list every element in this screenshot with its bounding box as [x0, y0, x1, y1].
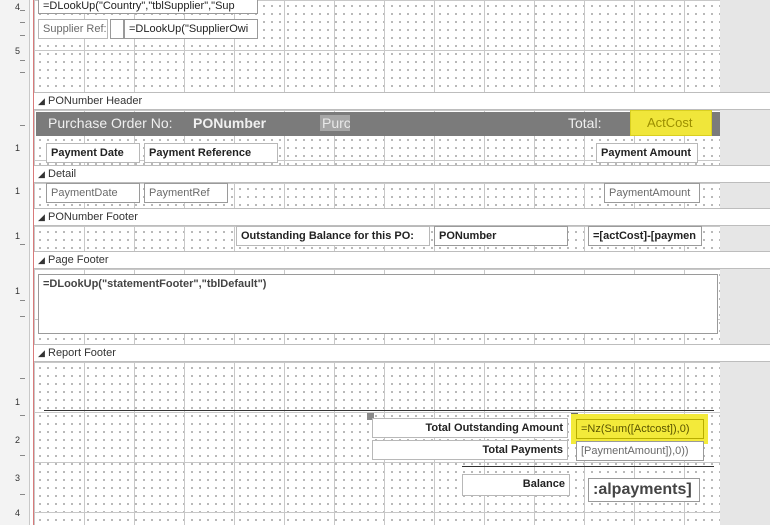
- ruler-tick: [20, 35, 25, 36]
- total-label[interactable]: Total:: [568, 115, 601, 131]
- section-arrow-icon: ◢: [38, 212, 45, 222]
- section-arrow-icon: ◢: [38, 96, 45, 106]
- section-title: Report Footer: [48, 347, 116, 359]
- ruler-tick: [20, 22, 25, 23]
- ruler-tick: [20, 244, 25, 245]
- vertical-ruler: 4 5 1 1 1 1 1 2 3 4: [0, 0, 30, 525]
- ruler-mark: 4: [15, 508, 21, 518]
- po-header-bar: Purchase Order No: PONumber Purc Total:: [36, 112, 720, 136]
- ruler-mark: 1: [15, 186, 21, 196]
- ruler-tick: [20, 455, 25, 456]
- ruler-mark: 1: [15, 143, 21, 153]
- outstanding-balance-expr[interactable]: =[actCost]-[paymen: [588, 226, 702, 246]
- ruler-mark: 1: [15, 231, 21, 241]
- ruler-mark: 1: [15, 397, 21, 407]
- spacer-box: [110, 19, 124, 39]
- ruler-tick: [20, 125, 25, 126]
- ruler-tick: [20, 415, 25, 416]
- purc-field[interactable]: Purc: [320, 115, 350, 131]
- section-title: Page Footer: [48, 254, 109, 266]
- payment-amount-field[interactable]: PaymentAmount: [604, 183, 700, 203]
- ruler-tick: [20, 494, 25, 495]
- section-arrow-icon: ◢: [38, 255, 45, 265]
- ruler-tick: [20, 300, 25, 301]
- outstanding-balance-label[interactable]: Outstanding Balance for this PO:: [236, 226, 430, 246]
- ruler-mark: 1: [15, 286, 21, 296]
- total-outstanding-expr[interactable]: =Nz(Sum([Actcost]),0): [576, 419, 704, 439]
- ruler-tick: [20, 72, 25, 73]
- po-label[interactable]: Purchase Order No:: [48, 115, 173, 131]
- section-detail[interactable]: ◢ Detail: [34, 165, 770, 183]
- section-title: PONumber Footer: [48, 211, 138, 223]
- section-arrow-icon: ◢: [38, 348, 45, 358]
- payment-ref-field[interactable]: PaymentRef: [144, 183, 228, 203]
- section-title: PONumber Header: [48, 95, 143, 107]
- supplier-ref-label[interactable]: Supplier Ref:: [38, 19, 108, 39]
- actcost-field[interactable]: ActCost: [630, 110, 712, 136]
- ruler-tick: [20, 60, 25, 61]
- divider-line: [44, 410, 714, 411]
- section-po-header[interactable]: ◢ PONumber Header: [34, 92, 770, 110]
- balance-divider-line: [462, 466, 714, 467]
- po-number-field[interactable]: PONumber: [193, 115, 266, 131]
- supplier-owner-lookup-field[interactable]: =DLookUp("SupplierOwi: [124, 19, 258, 39]
- balance-expr[interactable]: :alpayments]: [588, 478, 700, 502]
- ruler-tick: [20, 316, 25, 317]
- payment-date-header[interactable]: Payment Date: [46, 143, 140, 163]
- total-payments-expr[interactable]: [PaymentAmount]),0)): [576, 441, 704, 461]
- statement-footer-field[interactable]: =DLookUp("statementFooter","tblDefault"): [38, 274, 718, 334]
- balance-label[interactable]: Balance: [462, 474, 570, 496]
- section-po-footer[interactable]: ◢ PONumber Footer: [34, 208, 770, 226]
- ruler-tick: [20, 378, 25, 379]
- payment-reference-header[interactable]: Payment Reference: [144, 143, 278, 163]
- total-outstanding-label[interactable]: Total Outstanding Amount: [372, 418, 568, 438]
- section-arrow-icon: ◢: [38, 169, 45, 179]
- ruler-mark: 3: [15, 473, 21, 483]
- ruler-mark: 2: [15, 435, 21, 445]
- country-lookup-field[interactable]: =DLookUp("Country","tblSupplier","Sup: [38, 0, 258, 14]
- total-payments-label[interactable]: Total Payments: [372, 440, 568, 460]
- payment-amount-header[interactable]: Payment Amount: [596, 143, 698, 163]
- payment-date-field[interactable]: PaymentDate: [46, 183, 140, 203]
- section-page-footer[interactable]: ◢ Page Footer: [34, 251, 770, 269]
- section-title: Detail: [48, 168, 77, 180]
- section-report-footer[interactable]: ◢ Report Footer: [34, 344, 770, 362]
- po-number-footer-field[interactable]: PONumber: [434, 226, 568, 246]
- ruler-mark: 5: [15, 46, 21, 56]
- ruler-tick: [20, 10, 25, 11]
